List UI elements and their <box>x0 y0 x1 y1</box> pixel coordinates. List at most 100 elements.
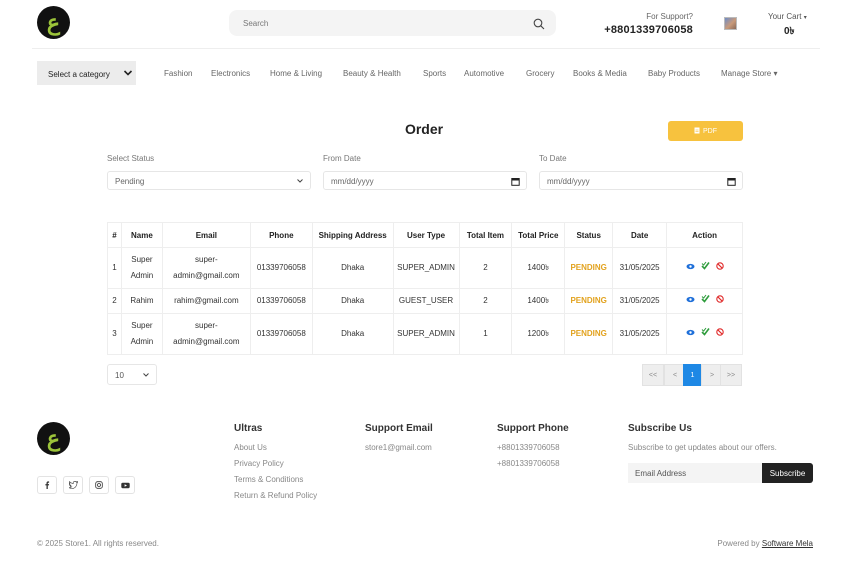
status-filter-label: Select Status <box>107 154 155 163</box>
site-logo[interactable]: ع <box>37 6 70 39</box>
calendar-icon[interactable] <box>727 177 736 188</box>
footer-link-terms[interactable]: Terms & Conditions <box>234 475 303 484</box>
document-icon <box>694 127 700 136</box>
footer-col-title-phone: Support Phone <box>497 423 569 434</box>
footer-support-email[interactable]: store1@gmail.com <box>365 443 432 452</box>
status-select[interactable]: Pending <box>107 171 311 190</box>
cell-address: Dhaka <box>311 313 394 355</box>
cancel-icon[interactable] <box>715 293 724 309</box>
pdf-button[interactable]: PDF <box>668 121 743 141</box>
cancel-icon[interactable] <box>715 260 724 276</box>
col-header-total-price: Total Price <box>511 222 566 248</box>
facebook-icon[interactable] <box>37 476 57 494</box>
nav-item-grocery[interactable]: Grocery <box>526 69 554 78</box>
cell-address: Dhaka <box>311 247 394 289</box>
cell-user-type: SUPER_ADMIN <box>392 313 460 355</box>
nav-item-home-living[interactable]: Home & Living <box>270 69 322 78</box>
footer-support-phone-2[interactable]: +8801339706058 <box>497 459 560 468</box>
nav-item-baby-products[interactable]: Baby Products <box>648 69 700 78</box>
status-badge: PENDING <box>564 288 614 314</box>
subscribe-button[interactable]: Subscribe <box>762 463 813 483</box>
nav-item-books-media[interactable]: Books & Media <box>573 69 627 78</box>
cell-actions <box>666 313 743 355</box>
footer-link-refund[interactable]: Return & Refund Policy <box>234 491 317 500</box>
approve-icon[interactable] <box>700 326 710 342</box>
table-row: 2 Rahim rahim@gmail.com 01339706058 Dhak… <box>107 288 743 314</box>
nav-item-fashion[interactable]: Fashion <box>164 69 192 78</box>
nav-item-sports[interactable]: Sports <box>423 69 446 78</box>
powered-by: Powered by Software Mela <box>717 539 813 548</box>
instagram-icon[interactable] <box>89 476 109 494</box>
cell-email: super-admin@gmail.com <box>161 313 251 355</box>
cart-total: 0৳ <box>784 26 795 37</box>
cell-total-item: 2 <box>458 288 513 314</box>
approve-icon[interactable] <box>700 293 710 309</box>
cell-index: 3 <box>107 313 122 355</box>
cell-total-price: 1200৳ <box>511 313 566 355</box>
cell-address: Dhaka <box>311 288 394 314</box>
subscribe-email-input[interactable] <box>628 463 762 483</box>
footer-link-privacy[interactable]: Privacy Policy <box>234 459 284 468</box>
subscribe-description: Subscribe to get updates about our offer… <box>628 443 777 452</box>
cell-total-price: 1400৳ <box>511 288 566 314</box>
cell-user-type: GUEST_USER <box>392 288 460 314</box>
view-icon[interactable] <box>686 293 695 309</box>
per-page-select[interactable]: 10 <box>107 364 157 385</box>
cell-user-type: SUPER_ADMIN <box>392 247 460 289</box>
page-first-button[interactable]: << <box>642 364 664 386</box>
cell-actions <box>666 288 743 314</box>
cart-label: Your Cart <box>768 12 802 21</box>
search-icon[interactable] <box>533 17 545 35</box>
nav-item-manage-store[interactable]: Manage Store ▾ <box>721 69 778 78</box>
nav-item-automotive[interactable]: Automotive <box>464 69 504 78</box>
col-header-name: Name <box>120 222 163 248</box>
search-input[interactable] <box>243 15 523 31</box>
col-header-shipping-address: Shipping Address <box>311 222 394 248</box>
logo-mark: ع <box>46 425 61 452</box>
cell-date: 31/05/2025 <box>612 288 668 314</box>
footer-logo[interactable]: ع <box>37 422 70 455</box>
support-phone[interactable]: +8801339706058 <box>604 24 693 36</box>
cell-name: Super Admin <box>120 247 163 289</box>
cart-caret-icon: ▾ <box>803 15 807 21</box>
cell-date: 31/05/2025 <box>612 313 668 355</box>
cell-email: rahim@gmail.com <box>161 288 251 314</box>
footer-support-phone-1[interactable]: +8801339706058 <box>497 443 560 452</box>
from-date-input[interactable]: mm/dd/yyyy <box>323 171 527 190</box>
powered-by-link[interactable]: Software Mela <box>762 539 813 548</box>
youtube-icon[interactable] <box>115 476 135 494</box>
to-date-label: To Date <box>539 154 567 163</box>
nav-item-electronics[interactable]: Electronics <box>211 69 250 78</box>
twitter-icon[interactable] <box>63 476 83 494</box>
nav-item-beauty-health[interactable]: Beauty & Health <box>343 69 401 78</box>
col-header-phone: Phone <box>249 222 313 248</box>
to-date-input[interactable]: mm/dd/yyyy <box>539 171 743 190</box>
calendar-icon[interactable] <box>511 177 520 188</box>
page-1-button[interactable]: 1 <box>683 364 702 386</box>
cell-actions <box>666 247 743 289</box>
cancel-icon[interactable] <box>715 326 724 342</box>
powered-by-label: Powered by <box>717 539 760 548</box>
logo-mark: ع <box>46 9 61 36</box>
footer-col-title-subscribe: Subscribe Us <box>628 423 692 434</box>
cart-dropdown[interactable]: Your Cart ▾ <box>768 12 807 21</box>
page-last-button[interactable]: >> <box>720 364 742 386</box>
cell-name: Super Admin <box>120 313 163 355</box>
from-date-label: From Date <box>323 154 361 163</box>
table-row: 1 Super Admin super-admin@gmail.com 0133… <box>107 247 743 289</box>
view-icon[interactable] <box>686 260 695 276</box>
chevron-down-icon <box>123 68 133 80</box>
status-badge: PENDING <box>564 313 614 355</box>
view-icon[interactable] <box>686 326 695 342</box>
category-select[interactable]: Select a category <box>37 61 136 85</box>
support-label: For Support? <box>646 12 693 21</box>
from-date-placeholder: mm/dd/yyyy <box>331 177 374 186</box>
pdf-button-label: PDF <box>703 127 717 135</box>
col-header-total-item: Total Item <box>458 222 513 248</box>
user-avatar[interactable] <box>724 17 737 30</box>
cell-total-item: 2 <box>458 247 513 289</box>
approve-icon[interactable] <box>700 260 710 276</box>
footer-link-about[interactable]: About Us <box>234 443 267 452</box>
cell-email: super-admin@gmail.com <box>161 247 251 289</box>
col-header-index: # <box>107 222 122 248</box>
